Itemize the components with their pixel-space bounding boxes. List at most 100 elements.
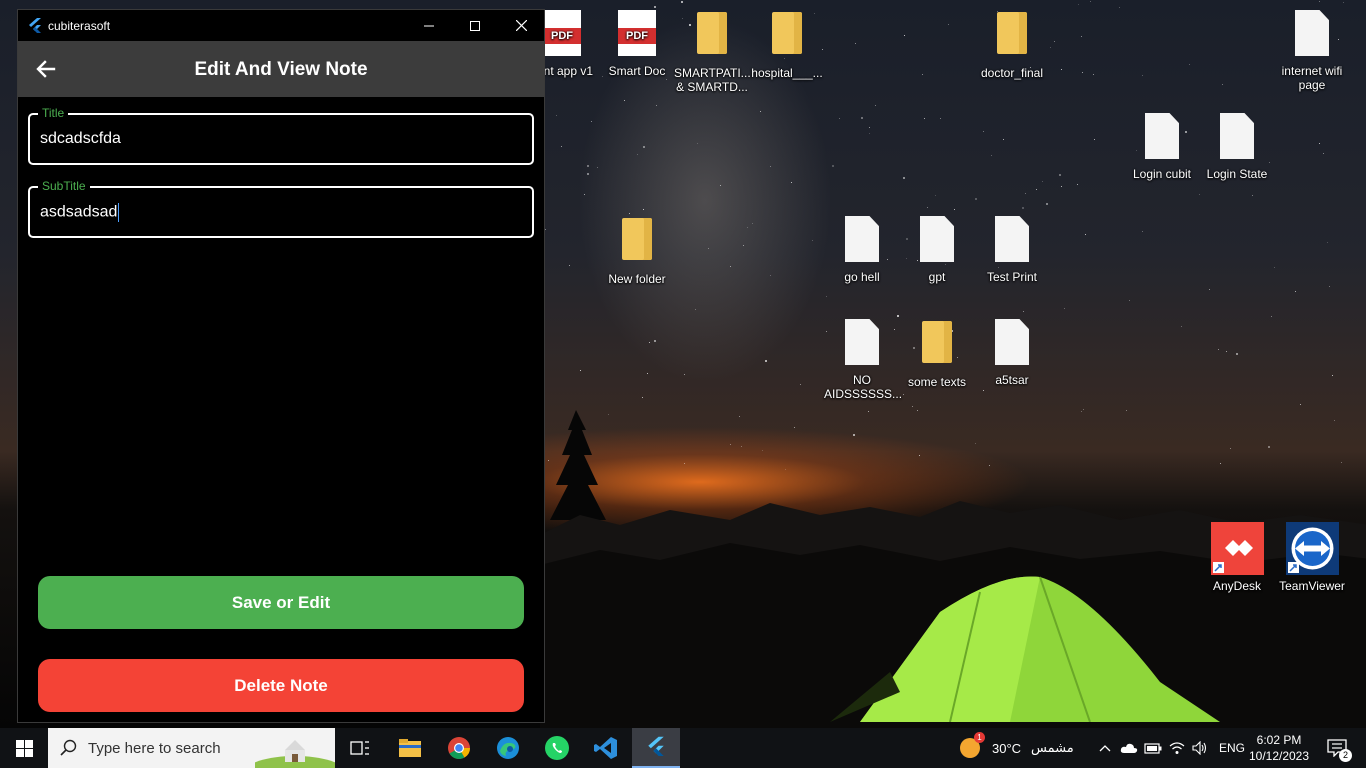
star [790, 181, 792, 183]
star [1220, 462, 1222, 464]
title-field-value[interactable]: sdcadscfda [40, 130, 121, 148]
desktop-icon[interactable]: Login cubit [1124, 113, 1200, 181]
star [555, 115, 557, 117]
desktop-icon-label: go hell [844, 270, 880, 284]
star [648, 342, 650, 344]
delete-note-button[interactable]: Delete Note [38, 659, 524, 712]
star [784, 469, 786, 471]
document-icon [995, 216, 1029, 262]
subtitle-field[interactable]: SubTitle asdsadsad [28, 179, 534, 238]
star [852, 433, 855, 436]
desktop-icon[interactable]: doctor_final [974, 10, 1050, 80]
taskbar-flutter-app-active[interactable] [632, 728, 680, 768]
taskbar-whatsapp[interactable] [533, 728, 581, 768]
desktop-icon[interactable]: some texts [899, 319, 975, 389]
taskbar-file-explorer[interactable] [386, 728, 434, 768]
star [902, 394, 904, 396]
folder-icon [997, 12, 1027, 54]
star [916, 409, 918, 411]
star [947, 24, 949, 26]
notification-count-badge: 2 [1339, 749, 1352, 762]
desktop-icon[interactable]: gpt [899, 216, 975, 284]
star [597, 167, 599, 169]
star [990, 155, 992, 157]
star [927, 207, 929, 209]
star [1119, 6, 1121, 8]
star [1334, 419, 1336, 421]
minimize-button[interactable] [406, 10, 452, 41]
desktop-icon-label: AnyDesk [1212, 579, 1262, 593]
star [1090, 1, 1092, 3]
star [1229, 448, 1231, 450]
desktop-icon[interactable]: PDF Smart Doc [599, 10, 675, 78]
anydesk-icon [1210, 522, 1264, 575]
document-icon [1145, 113, 1179, 159]
maximize-button[interactable] [452, 10, 498, 41]
subtitle-field-value[interactable]: asdsadsad [40, 204, 117, 221]
weather-widget[interactable]: 1 30°C مشمس [960, 728, 1074, 768]
start-button[interactable] [0, 728, 48, 768]
star [861, 117, 864, 120]
star [591, 120, 593, 122]
taskbar-chrome[interactable] [435, 728, 483, 768]
desktop-icon-teamviewer[interactable]: TeamViewer [1274, 522, 1350, 593]
desktop-icon[interactable]: hospital___... [749, 10, 825, 80]
volume-button[interactable] [1189, 728, 1211, 768]
taskbar-edge[interactable] [484, 728, 532, 768]
star [922, 73, 924, 75]
windows-logo-icon [15, 739, 33, 757]
action-center-button[interactable]: 2 [1320, 728, 1354, 768]
folder-icon [922, 321, 952, 363]
network-button[interactable] [1166, 728, 1188, 768]
document-icon [1295, 10, 1329, 56]
desktop-icon[interactable]: internet wifi page [1274, 10, 1350, 92]
title-field-label: Title [38, 106, 69, 120]
star [1080, 410, 1082, 412]
search-placeholder: Type here to search [88, 739, 221, 757]
star [729, 265, 731, 267]
desktop-icon[interactable]: go hell [824, 216, 900, 284]
show-hidden-icons-button[interactable] [1095, 728, 1115, 768]
folder-icon [697, 12, 727, 54]
desktop-icon-label: NO AIDSSSSSS... [824, 373, 903, 401]
star [681, 1, 684, 4]
task-view-button[interactable] [336, 728, 384, 768]
desktop-icon[interactable]: a5tsar [974, 319, 1050, 387]
star [583, 193, 585, 195]
star [655, 105, 657, 107]
star [642, 397, 644, 399]
input-language-button[interactable]: ENG [1219, 728, 1245, 768]
star [1225, 351, 1227, 353]
folder-icon [622, 218, 652, 260]
taskbar-search[interactable]: Type here to search [48, 728, 335, 768]
subtitle-field-value-wrap[interactable]: asdsadsad [40, 203, 120, 222]
taskbar-vscode[interactable] [582, 728, 630, 768]
star [1326, 241, 1328, 243]
star [923, 118, 925, 120]
star [1084, 234, 1086, 236]
desktop-icon[interactable]: New folder [599, 216, 675, 286]
onedrive-button[interactable] [1118, 728, 1140, 768]
star [1022, 310, 1024, 312]
star [739, 415, 741, 417]
close-button[interactable] [498, 10, 544, 41]
window-titlebar[interactable]: cubiterasoft [18, 10, 544, 41]
desktop-icon[interactable]: Login State [1199, 113, 1275, 181]
desktop-icon-label: New folder [608, 272, 666, 286]
edge-icon [497, 737, 519, 759]
save-edit-button[interactable]: Save or Edit [38, 576, 524, 629]
battery-button[interactable] [1142, 728, 1164, 768]
desktop-icon[interactable]: SMARTPATI... & SMARTD... [674, 10, 751, 94]
desktop-icon-anydesk[interactable]: AnyDesk [1199, 522, 1275, 593]
clock-button[interactable]: 6:02 PM 10/12/2023 [1244, 732, 1314, 764]
star [643, 208, 645, 210]
desktop-icon[interactable]: Test Print [974, 216, 1050, 284]
star [982, 390, 984, 392]
star [760, 111, 762, 113]
desktop-icon[interactable]: NO AIDSSSSSS... [824, 319, 903, 401]
star [1208, 288, 1210, 290]
star [683, 463, 685, 465]
title-field[interactable]: Title sdcadscfda [28, 106, 534, 165]
star [587, 173, 590, 176]
star [1319, 0, 1321, 2]
